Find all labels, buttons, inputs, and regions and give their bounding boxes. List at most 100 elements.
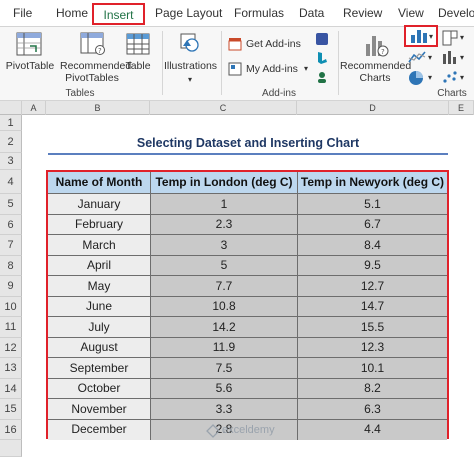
insert-line-chart-button[interactable]: ▾ — [406, 49, 440, 67]
table-cell-london[interactable]: 3 — [151, 235, 298, 256]
table-cell-london[interactable]: 11.9 — [151, 338, 298, 358]
table-cell-month[interactable]: October — [48, 379, 151, 399]
table-cell-london[interactable]: 7.7 — [151, 276, 298, 297]
my-addins-button[interactable]: My Add-ins ▾ — [226, 61, 312, 77]
table-cell-newyork[interactable]: 10.1 — [298, 358, 447, 379]
row-header[interactable]: 13 — [0, 358, 22, 379]
illustrations-button[interactable]: Illustrations ▾ — [163, 30, 218, 86]
tab-home[interactable]: Home — [56, 6, 88, 20]
hierarchy-chart-icon — [442, 30, 458, 46]
tab-review[interactable]: Review — [343, 6, 382, 20]
row-header[interactable]: 2 — [0, 131, 22, 153]
insert-scatter-chart-button[interactable]: ▾ — [440, 69, 474, 87]
row-header[interactable]: 9 — [0, 276, 22, 297]
charts-group-label: Charts — [437, 88, 467, 99]
recommended-pivottables-button[interactable]: ? Recommended PivotTables — [60, 30, 132, 86]
pivottable-button[interactable]: PivotTable — [4, 30, 56, 86]
row-header[interactable]: 5 — [0, 194, 22, 215]
recommended-pivottables-label-line1: Recommended — [60, 60, 132, 72]
table-cell-newyork[interactable]: 9.5 — [298, 256, 447, 276]
bing-maps-icon[interactable] — [315, 51, 329, 65]
row-header[interactable]: 4 — [0, 170, 22, 194]
title-underline — [48, 153, 448, 155]
table-cell-month[interactable]: March — [48, 235, 151, 256]
table-cell-newyork[interactable]: 8.2 — [298, 379, 447, 399]
column-header-b[interactable]: B — [46, 101, 150, 115]
tab-insert[interactable]: Insert — [92, 3, 145, 25]
row-header[interactable]: 14 — [0, 379, 22, 399]
table-cell-month[interactable]: January — [48, 194, 151, 215]
table-cell-month[interactable]: September — [48, 358, 151, 379]
table-cell-london[interactable]: 7.5 — [151, 358, 298, 379]
table-cell-month[interactable]: July — [48, 317, 151, 338]
row-header[interactable]: 15 — [0, 399, 22, 420]
insert-column-chart-button[interactable]: ▾ — [404, 25, 438, 47]
row-header[interactable]: 7 — [0, 235, 22, 256]
tab-developer[interactable]: Develo — [438, 6, 474, 20]
insert-statistic-chart-button[interactable]: ▾ — [440, 49, 474, 67]
select-all-corner[interactable] — [0, 101, 22, 115]
addins-group-label: Add-ins — [262, 88, 296, 99]
row-header[interactable]: 8 — [0, 256, 22, 276]
row-header[interactable]: 6 — [0, 215, 22, 235]
row-header[interactable]: 16 — [0, 420, 22, 440]
table-cell-newyork[interactable]: 6.3 — [298, 399, 447, 420]
table-cell-newyork[interactable]: 6.7 — [298, 215, 447, 235]
table-cell-month[interactable]: February — [48, 215, 151, 235]
row-header[interactable]: 11 — [0, 317, 22, 338]
table-cell-london[interactable]: 5 — [151, 256, 298, 276]
sheet-title[interactable]: Selecting Dataset and Inserting Chart — [48, 133, 448, 153]
table-cell-london[interactable]: 2.3 — [151, 215, 298, 235]
row-header[interactable]: 10 — [0, 297, 22, 317]
table-cell-london[interactable]: 1 — [151, 194, 298, 215]
insert-pie-chart-button[interactable]: ▾ — [406, 69, 440, 87]
table-cell-newyork[interactable]: 4.4 — [298, 420, 447, 440]
table-cell-month[interactable]: April — [48, 256, 151, 276]
table-header-london[interactable]: Temp in London (deg C) — [151, 172, 298, 194]
tab-file[interactable]: File — [13, 6, 32, 20]
table-header-newyork[interactable]: Temp in Newyork (deg C) — [298, 172, 447, 194]
chevron-down-icon: ▾ — [187, 75, 192, 84]
visio-icon[interactable] — [315, 32, 329, 46]
data-table[interactable]: Name of Month Temp in London (deg C) Tem… — [46, 170, 449, 440]
table-cell-london[interactable]: 3.3 — [151, 399, 298, 420]
table-cell-newyork[interactable]: 14.7 — [298, 297, 447, 317]
table-header-month[interactable]: Name of Month — [48, 172, 151, 194]
table-cell-london[interactable]: 14.2 — [151, 317, 298, 338]
table-button[interactable]: Table — [124, 30, 152, 86]
row-header[interactable]: 1 — [0, 115, 22, 131]
people-graph-icon[interactable] — [315, 70, 329, 84]
column-header-c[interactable]: C — [150, 101, 297, 115]
table-cell-newyork[interactable]: 15.5 — [298, 317, 447, 338]
recommended-charts-button[interactable]: ? Recommended Charts — [340, 30, 411, 86]
table-cell-london[interactable]: 5.6 — [151, 379, 298, 399]
addins-icon — [228, 62, 242, 76]
row-header[interactable]: 3 — [0, 153, 22, 170]
insert-hierarchy-chart-button[interactable]: ▾ — [440, 29, 474, 47]
table-cell-month[interactable]: August — [48, 338, 151, 358]
table-cell-newyork[interactable]: 12.7 — [298, 276, 447, 297]
chevron-down-icon: ▾ — [460, 53, 465, 62]
column-header-a[interactable]: A — [22, 101, 46, 115]
table-cell-newyork[interactable]: 8.4 — [298, 235, 447, 256]
table-cell-newyork[interactable]: 5.1 — [298, 194, 447, 215]
tab-page-layout[interactable]: Page Layout — [155, 6, 222, 20]
table-cell-london[interactable]: 10.8 — [151, 297, 298, 317]
recommended-pivottables-icon: ? — [80, 32, 105, 55]
column-header-e[interactable]: E — [449, 101, 474, 115]
tab-view[interactable]: View — [398, 6, 424, 20]
table-cell-month[interactable]: May — [48, 276, 151, 297]
pivottable-label: PivotTable — [5, 60, 55, 72]
row-header[interactable] — [0, 440, 22, 457]
ribbon-panel: PivotTable ? Recommended PivotTables Tab… — [0, 25, 474, 101]
table-cell-month[interactable]: November — [48, 399, 151, 420]
table-cell-month[interactable]: December — [48, 420, 151, 440]
row-header[interactable]: 12 — [0, 338, 22, 358]
table-cell-month[interactable]: June — [48, 297, 151, 317]
column-header-d[interactable]: D — [297, 101, 449, 115]
get-addins-button[interactable]: Get Add-ins — [226, 36, 306, 52]
tab-data[interactable]: Data — [299, 6, 324, 20]
table-cell-newyork[interactable]: 12.3 — [298, 338, 447, 358]
statistic-chart-icon — [443, 51, 456, 64]
tab-formulas[interactable]: Formulas — [234, 6, 284, 20]
